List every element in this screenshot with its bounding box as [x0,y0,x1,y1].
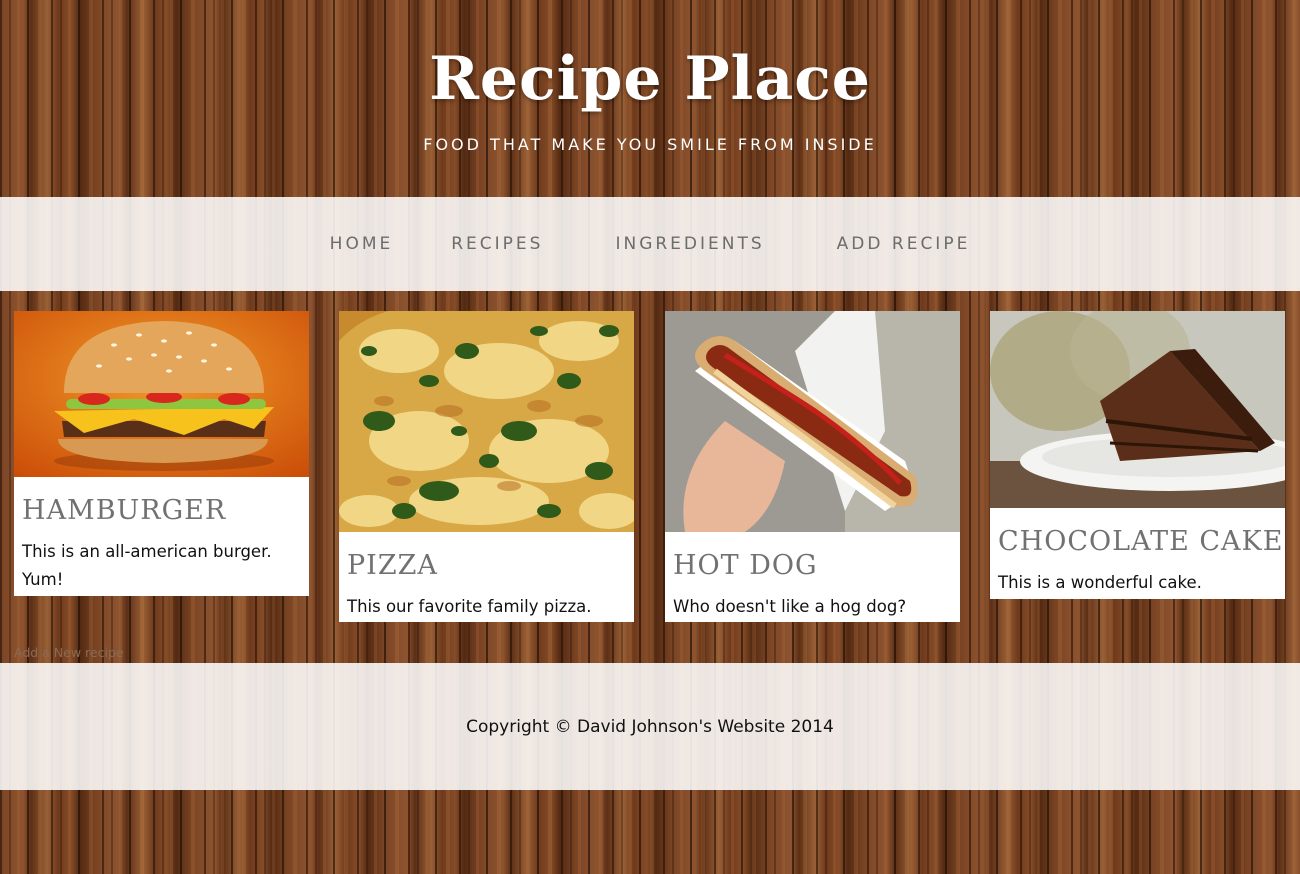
chocolate-cake-image[interactable] [990,311,1285,508]
recipe-title[interactable]: PIZZA [339,532,634,581]
hot-dog-image[interactable] [665,311,960,532]
recipe-card-hot-dog[interactable]: HOT DOG Who doesn't like a hog dog? [665,311,960,622]
nav-recipes-link[interactable]: RECIPES [451,234,543,254]
recipe-description: Who doesn't like a hog dog? [673,597,907,616]
site-tagline: FOOD THAT MAKE YOU SMILE FROM INSIDE [423,135,877,154]
recipe-card-chocolate-cake[interactable]: CHOCOLATE CAKE This is a wonderful cake. [990,311,1285,599]
recipe-description: This our favorite family pizza. [347,597,592,616]
pizza-image[interactable] [339,311,634,532]
recipe-description: This is an all-american burger. Yum! [22,542,272,589]
site-header: Recipe Place FOOD THAT MAKE YOU SMILE FR… [0,0,1300,197]
main-nav: HOME RECIPES INGREDIENTS ADD RECIPE [0,197,1300,291]
nav-home-link[interactable]: HOME [330,234,394,254]
recipe-card-pizza[interactable]: PIZZA This our favorite family pizza. [339,311,634,622]
hamburger-image[interactable] [14,311,309,477]
recipe-title[interactable]: CHOCOLATE CAKE [990,508,1285,557]
recipe-title[interactable]: HAMBURGER [14,477,309,526]
recipe-title[interactable]: HOT DOG [665,532,960,581]
site-title: Recipe Place [429,44,871,114]
nav-add-recipe-link[interactable]: ADD RECIPE [837,234,971,254]
add-new-recipe-link[interactable]: Add a New recipe [14,645,124,660]
recipe-description: This is a wonderful cake. [998,573,1202,592]
site-footer: Copyright © David Johnson's Website 2014 [0,663,1300,790]
recipe-card-hamburger[interactable]: HAMBURGER This is an all-american burger… [14,311,309,596]
copyright-text: Copyright © David Johnson's Website 2014 [466,716,834,737]
nav-ingredients-link[interactable]: INGREDIENTS [615,234,764,254]
